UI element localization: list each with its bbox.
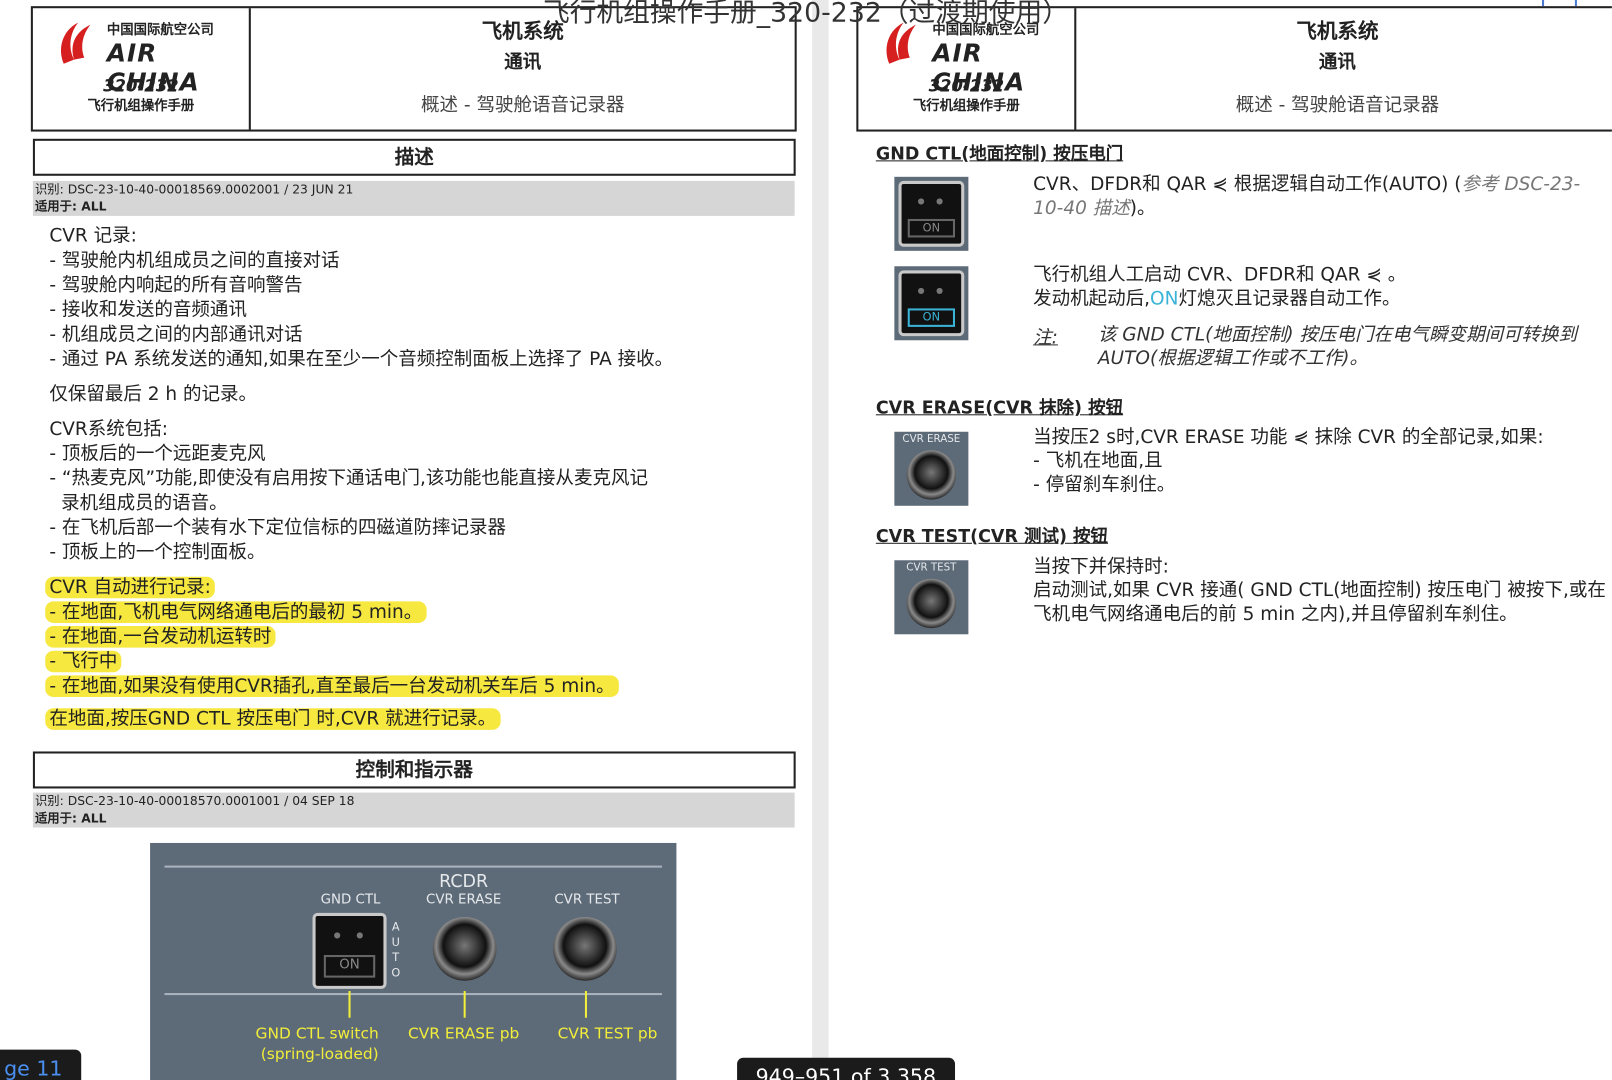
icon-label: CVR ERASE (902, 433, 961, 446)
section-title: 通讯 (504, 51, 542, 73)
cvr-erase-callout: CVR ERASE pb (407, 1023, 520, 1043)
gnd-ctl-heading: GND CTL(地面控制) 按压电门 (875, 143, 1124, 165)
list-item: - 飞行中 (45, 650, 122, 673)
document-title: 飞行机组操作手册_320-232（过渡期使用） (542, 0, 1069, 29)
cvr-erase-icon: CVR ERASE (894, 431, 969, 506)
list-item: - 顶板后的一个远距麦克风 (49, 443, 266, 465)
rcdr-panel-diagram: RCDR GND CTL CVR ERASE CVR TEST ON AUTO … (150, 842, 677, 1080)
cvr-test-icon: CVR TEST (894, 560, 969, 635)
description-heading: 描述 (32, 138, 796, 176)
section-title: 通讯 (1318, 51, 1356, 73)
cvr-erase-label: CVR ERASE (425, 892, 502, 908)
list-item: - 驾驶舱内响起的所有音响警告 (49, 274, 303, 297)
ident-text: 识别: DSC-23-10-40-00018569.0002001 / 23 J… (34, 181, 354, 197)
ident-bar: 识别: DSC-23-10-40-00018570.0001001 / 04 S… (32, 792, 795, 828)
list-item: - 机组成员之间的内部通讯对话 (49, 323, 303, 346)
cvr-erase-text: 当按压2 s时,CVR ERASE 功能 ⋞ 抹除 CVR 的全部记录,如果: -… (1033, 426, 1544, 496)
retention-note: 仅保留最后 2 h 的记录。 (49, 383, 258, 406)
on-light: ON (907, 218, 956, 238)
list-item: - 接收和发送的音频通讯 (49, 299, 247, 321)
arrow-icon (584, 990, 587, 1018)
list-item: 录机组成员的语音。 (49, 492, 228, 514)
page-number-badge[interactable]: ge 11 (0, 1049, 82, 1080)
gnd-ctl-label: GND CTL (320, 892, 381, 908)
gnd-ctl-note: 在地面,按压GND CTL 按压电门 时,CVR 就进行记录。 (45, 708, 501, 730)
list-item: - 顶板上的一个控制面板。 (49, 541, 266, 564)
panel-border (164, 865, 663, 868)
page-gutter (812, 0, 829, 1080)
cvr-test-text: 当按下并保持时: 启动测试,如果 CVR 接通( GND CTL(地面控制) 按压… (1033, 556, 1606, 626)
list-item: - 在飞机后部一个装有水下定位信标的四磁道防摔记录器 (49, 517, 507, 539)
indicator-dot (356, 932, 363, 939)
list-item: - 在地面,飞机电气网络通电后的最初 5 min。 (45, 601, 427, 623)
indicator-dot (334, 932, 341, 939)
cvr-erase-heading: CVR ERASE(CVR 抹除) 按钮 (875, 397, 1124, 419)
cvr-test-callout: CVR TEST pb (557, 1023, 658, 1043)
ident-text: 识别: DSC-23-10-40-00018570.0001001 / 04 S… (34, 793, 355, 809)
icon-label: CVR TEST (906, 562, 957, 574)
description-body: CVR 记录: - 驾驶舱内机组成员之间的直接对话 - 驾驶舱内响起的所有音响警… (45, 224, 799, 732)
gnd-ctl-auto-text: CVR、DFDR和 QAR ⋞ 根据逻辑自动工作(AUTO) (参考 DSC-2… (1033, 173, 1581, 219)
arrow-icon (463, 990, 466, 1018)
topic-title: 概述 - 驾驶舱语音记录器 (420, 94, 625, 117)
arrow-icon (348, 990, 351, 1018)
controls-heading: 控制和指示器 (32, 751, 796, 789)
applies-text: 适用于: ALL (34, 811, 107, 826)
note-label: 注: (1033, 326, 1058, 349)
auto-record-title: CVR 自动进行记录: (45, 576, 216, 599)
knob-icon (906, 450, 957, 500)
on-light: ON (323, 955, 376, 978)
cvr-test-label: CVR TEST (554, 892, 620, 908)
list-item: - “热麦克风”功能,即使没有启用按下通话电门,该功能也能直接从麦克风记 (49, 467, 648, 490)
page-range-indicator: 949–951 of 3,358 (737, 1057, 955, 1080)
auto-label: AUTO (391, 920, 401, 980)
knob-icon (906, 578, 957, 629)
ident-bar: 识别: DSC-23-10-40-00018569.0002001 / 23 J… (32, 180, 795, 216)
gnd-ctl-on-icon: ON (894, 266, 969, 341)
rcdr-label: RCDR (439, 871, 489, 893)
on-light: ON (907, 308, 956, 327)
gnd-ctl-auto-icon: ON (894, 176, 969, 251)
cvr-record-title: CVR 记录: (49, 225, 137, 247)
spring-loaded-callout: (spring-loaded) (260, 1044, 379, 1063)
cvr-erase-button[interactable] (432, 916, 497, 981)
topic-title: 概述 - 驾驶舱语音记录器 (1235, 94, 1440, 117)
list-item: - 通过 PA 系统发送的通知,如果在至少一个音频控制面板上选择了 PA 接收。 (49, 348, 674, 371)
list-item: - 在地面,一台发动机运转时 (45, 626, 276, 648)
list-item: - 驾驶舱内机组成员之间的直接对话 (49, 249, 340, 272)
gnd-ctl-on-text: 飞行机组人工启动 CVR、DFDR和 QAR ⋞ 。 发动机起动后,ON灯熄灭且… (1033, 264, 1407, 310)
gnd-ctl-switch[interactable]: ON (312, 912, 387, 989)
cvr-test-button[interactable] (553, 916, 617, 981)
applies-text: 适用于: ALL (34, 199, 107, 214)
list-item: - 在地面,如果没有使用CVR插孔,直至最后一台发动机关车后 5 min。 (45, 675, 619, 697)
cvr-system-title: CVR系统包括: (49, 418, 169, 440)
cvr-test-heading: CVR TEST(CVR 测试) 按钮 (875, 526, 1108, 547)
note-text: 该 GND CTL(地面控制) 按压电门在电气瞬变期间可转换到 AUTO(根据逻… (1097, 323, 1578, 370)
gnd-ctl-callout: GND CTL switch (255, 1023, 379, 1043)
panel-divider (164, 993, 663, 996)
